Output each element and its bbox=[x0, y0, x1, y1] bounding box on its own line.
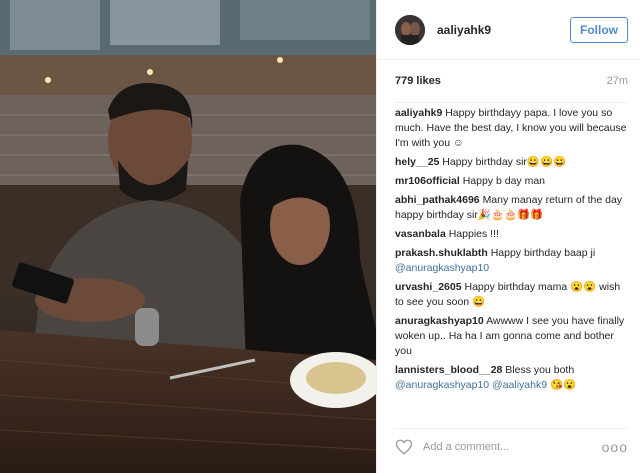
comment: prakash.shuklabth Happy birthday baap ji… bbox=[395, 246, 630, 276]
comment: aaliyahk9 Happy birthdayy papa. I love y… bbox=[395, 106, 630, 151]
post-photo[interactable] bbox=[0, 0, 376, 473]
comment-mention[interactable]: @anuragkashyap10 @aaliyahk9 bbox=[395, 379, 547, 391]
avatar[interactable] bbox=[395, 14, 425, 45]
comment-text: Bless you both bbox=[505, 364, 575, 376]
follow-button[interactable]: Follow bbox=[570, 16, 628, 43]
comment-text: Happy birthday sir😀😀😀 bbox=[442, 156, 567, 168]
comment-emoji: 😘😮 bbox=[547, 379, 577, 391]
comment: mr106official Happy b day man bbox=[395, 174, 630, 189]
more-options-icon[interactable]: ooo bbox=[602, 439, 628, 455]
comment-username[interactable]: mr106official bbox=[395, 175, 460, 187]
post-header: aaliyahk9 Follow bbox=[377, 0, 640, 60]
comment-text: Happy birthday baap ji bbox=[490, 247, 596, 259]
comment-username[interactable]: lannisters_blood__28 bbox=[395, 364, 502, 376]
comment-text: Happy b day man bbox=[462, 175, 546, 187]
comment: hely__25 Happy birthday sir😀😀😀 bbox=[395, 155, 630, 170]
heart-icon[interactable] bbox=[395, 438, 413, 456]
comment-username[interactable]: abhi_pathak4696 bbox=[395, 194, 480, 206]
post-username[interactable]: aaliyahk9 bbox=[437, 23, 570, 37]
comment-username[interactable]: vasanbala bbox=[395, 228, 446, 240]
comment: anuragkashyap10 Awwww I see you have fin… bbox=[395, 314, 630, 359]
comments-list: aaliyahk9 Happy birthdayy papa. I love y… bbox=[395, 106, 630, 397]
comment-username[interactable]: aaliyahk9 bbox=[395, 107, 442, 119]
comment: abhi_pathak4696 Many manay return of the… bbox=[395, 193, 630, 223]
comment-username[interactable]: urvashi_2605 bbox=[395, 281, 462, 293]
comment-username[interactable]: hely__25 bbox=[395, 156, 439, 168]
comment-text: Happies !!! bbox=[448, 228, 499, 240]
comment-username[interactable]: anuragkashyap10 bbox=[395, 315, 484, 327]
comment-username[interactable]: prakash.shuklabth bbox=[395, 247, 488, 259]
comment: urvashi_2605 Happy birthday mama 😮😮 wish… bbox=[395, 280, 630, 310]
comment-bar: Add a comment... ooo bbox=[395, 428, 628, 465]
instagram-post-view: aaliyahk9 Follow 779 likes 27m aaliyahk9… bbox=[0, 0, 640, 473]
add-comment-input[interactable]: Add a comment... bbox=[423, 441, 602, 453]
post-details-panel: aaliyahk9 Follow 779 likes 27m aaliyahk9… bbox=[376, 0, 640, 473]
comment-mention[interactable]: @anuragkashyap10 bbox=[395, 262, 489, 274]
likes-count[interactable]: 779 likes bbox=[395, 75, 441, 87]
post-meta: 779 likes 27m bbox=[395, 60, 628, 103]
comment: vasanbala Happies !!! bbox=[395, 227, 630, 242]
comment: lannisters_blood__28 Bless you both @anu… bbox=[395, 363, 630, 393]
post-timestamp[interactable]: 27m bbox=[607, 75, 628, 87]
